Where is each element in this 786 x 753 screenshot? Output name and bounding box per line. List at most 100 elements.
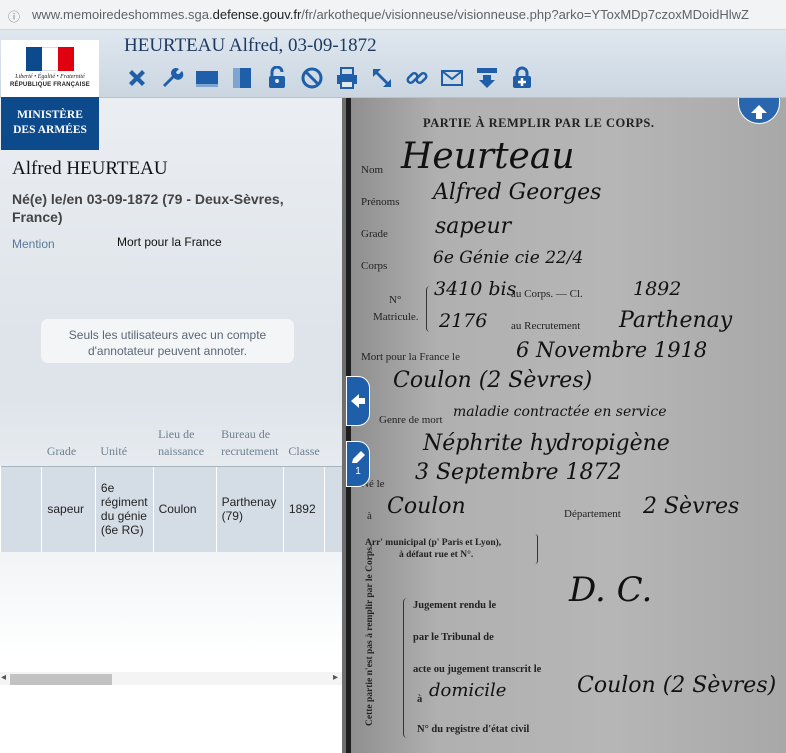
label-departement: Département bbox=[564, 508, 621, 520]
pencil-icon bbox=[352, 451, 365, 463]
col-header-grade: Grade bbox=[46, 443, 77, 458]
horizontal-scrollbar[interactable]: ◂ ▸ bbox=[0, 672, 342, 685]
annotate-button[interactable]: 1 bbox=[346, 441, 370, 487]
document-viewer[interactable]: PARTIE À REMPLIR PAR LE CORPS. Nom Heurt… bbox=[346, 98, 786, 753]
ministry-logo[interactable]: Liberté • Égalité • Fraternité RÉPUBLIQU… bbox=[1, 40, 99, 150]
wrench-icon bbox=[162, 68, 183, 87]
url-domain: defense.gouv.fr bbox=[212, 7, 302, 22]
hw-initials: D. C. bbox=[569, 570, 653, 610]
previous-page-button[interactable] bbox=[346, 376, 370, 426]
hw-prenoms: Alfred Georges bbox=[433, 180, 602, 205]
single-page-button[interactable] bbox=[192, 64, 221, 92]
label-genre-mort: Genre de mort bbox=[379, 414, 443, 426]
label-arr2: à défaut rue et N°. bbox=[399, 550, 474, 560]
label-corps: Corps bbox=[361, 260, 388, 272]
hw-nom: Heurteau bbox=[401, 136, 575, 177]
toolbar bbox=[122, 64, 536, 92]
label-prenoms: Prénoms bbox=[361, 196, 400, 208]
unlock-button[interactable] bbox=[262, 64, 291, 92]
mention-value: Mort pour la France bbox=[117, 235, 222, 249]
url-prefix: www.memoiredeshommes.sga. bbox=[32, 7, 213, 22]
cell-bureau: Parthenay (79) bbox=[215, 465, 284, 552]
hw-lieu-naissance: Coulon bbox=[387, 494, 466, 519]
hw-genre: maladie contractée en service bbox=[453, 404, 667, 420]
fullscreen-icon bbox=[372, 69, 391, 87]
label-au-corps: au Corps. — Cl. bbox=[511, 288, 583, 300]
col-header-unite: Unité bbox=[100, 443, 128, 458]
hw-domicile: domicile bbox=[429, 680, 507, 701]
download-icon bbox=[476, 68, 497, 88]
cell bbox=[0, 465, 42, 552]
label-tribunal: par le Tribunal de bbox=[413, 632, 494, 643]
info-icon[interactable]: ⓘ bbox=[8, 8, 22, 24]
lock-plus-icon bbox=[512, 66, 531, 88]
document-title: HEURTEAU Alfred, 03-09-1872 bbox=[124, 35, 377, 56]
mail-icon bbox=[440, 70, 463, 86]
label-a2: à bbox=[417, 694, 423, 705]
link-button[interactable] bbox=[402, 64, 431, 92]
hw-transcription: Coulon (2 Sèvres) bbox=[577, 673, 777, 698]
col-header-empty bbox=[1, 420, 42, 466]
hw-grade: sapeur bbox=[435, 214, 512, 239]
hw-naissance: 3 Septembre 1872 bbox=[415, 460, 622, 485]
hw-departement: 2 Sèvres bbox=[643, 494, 740, 519]
label-nom: Nom bbox=[361, 164, 383, 176]
label-registre: N° du registre d'état civil bbox=[417, 724, 530, 735]
label-no: N° bbox=[389, 294, 402, 306]
info-panel: Alfred HEURTEAU Né(e) le/en 03-09-1872 (… bbox=[0, 98, 344, 753]
cell-unite: 6e régiment du génie (6e RG) bbox=[94, 465, 154, 552]
lock-icon bbox=[268, 66, 285, 88]
person-name: Alfred HEURTEAU bbox=[12, 158, 168, 179]
annotation-count: 1 bbox=[355, 466, 361, 477]
col-header-lieu: Lieu de naissance bbox=[158, 426, 205, 458]
forbidden-icon bbox=[301, 67, 322, 89]
logo-motto: Liberté • Égalité • Fraternité bbox=[15, 74, 85, 80]
label-jugement: Jugement rendu le bbox=[413, 600, 497, 611]
tools-button[interactable] bbox=[157, 64, 186, 92]
label-matricule: Matricule. bbox=[373, 311, 419, 323]
print-button[interactable] bbox=[332, 64, 361, 92]
side-note: Cette partie n'est pas à remplir par le … bbox=[365, 544, 375, 726]
table-row[interactable]: sapeur 6e régiment du génie (6e RG) Coul… bbox=[0, 465, 342, 552]
hw-no: 3410 bis bbox=[434, 278, 517, 300]
url-path: /fr/arkotheque/visionneuse/visionneuse.p… bbox=[301, 7, 749, 22]
fullscreen-button[interactable] bbox=[367, 64, 396, 92]
hw-cause: Néphrite hydropigène bbox=[423, 431, 670, 456]
close-button[interactable] bbox=[122, 64, 151, 92]
single-page-icon bbox=[195, 71, 218, 87]
double-page-icon bbox=[232, 68, 251, 88]
label-recrutement: au Recrutement bbox=[511, 320, 581, 332]
hw-matricule: 2176 bbox=[439, 310, 488, 332]
close-icon bbox=[128, 70, 145, 86]
logo-republic: RÉPUBLIQUE FRANÇAISE bbox=[9, 82, 90, 88]
print-icon bbox=[336, 67, 357, 89]
hw-mort-date: 6 Novembre 1918 bbox=[516, 338, 708, 362]
col-header-bureau: Bureau de recrutement bbox=[221, 426, 279, 458]
mail-button[interactable] bbox=[437, 64, 466, 92]
label-arr: Arr' municipal (p' Paris et Lyon), bbox=[365, 538, 502, 548]
birth-info: Né(e) le/en 03-09-1872 (79 - Deux-Sèvres… bbox=[12, 191, 284, 225]
label-a: à bbox=[367, 510, 372, 522]
annotation-notice: Seuls les utilisateurs avec un compte d'… bbox=[40, 318, 295, 364]
scroll-left-icon[interactable]: ◂ bbox=[1, 672, 6, 683]
lock-plus-button[interactable] bbox=[507, 64, 536, 92]
label-grade: Grade bbox=[361, 228, 388, 240]
col-header-classe: Classe bbox=[288, 443, 320, 458]
cell-lieu: Coulon bbox=[152, 465, 217, 552]
label-mort-pour: Mort pour la France le bbox=[361, 351, 460, 363]
double-page-button[interactable] bbox=[227, 64, 256, 92]
forbidden-button[interactable] bbox=[297, 64, 326, 92]
download-button[interactable] bbox=[472, 64, 501, 92]
record-table: Grade Unité Lieu de naissance Bureau de … bbox=[0, 420, 342, 552]
address-bar[interactable]: ⓘ www.memoiredeshommes.sga. defense.gouv.… bbox=[0, 0, 786, 30]
viewer-header: HEURTEAU Alfred, 03-09-1872 bbox=[0, 30, 786, 98]
hw-classe: 1892 bbox=[633, 278, 682, 300]
label-acte: acte ou jugement transcrit le bbox=[413, 664, 542, 675]
scrollbar-thumb[interactable] bbox=[10, 674, 112, 685]
cell-grade: sapeur bbox=[41, 465, 96, 552]
hw-recrutement: Parthenay bbox=[619, 308, 733, 333]
scroll-right-icon[interactable]: ▸ bbox=[333, 672, 338, 683]
hw-corps: 6e Génie cie 22/4 bbox=[433, 248, 584, 268]
cell-classe: 1892 bbox=[282, 465, 325, 552]
logo-ministry: MINISTÈRE DES ARMÉES bbox=[13, 109, 87, 136]
